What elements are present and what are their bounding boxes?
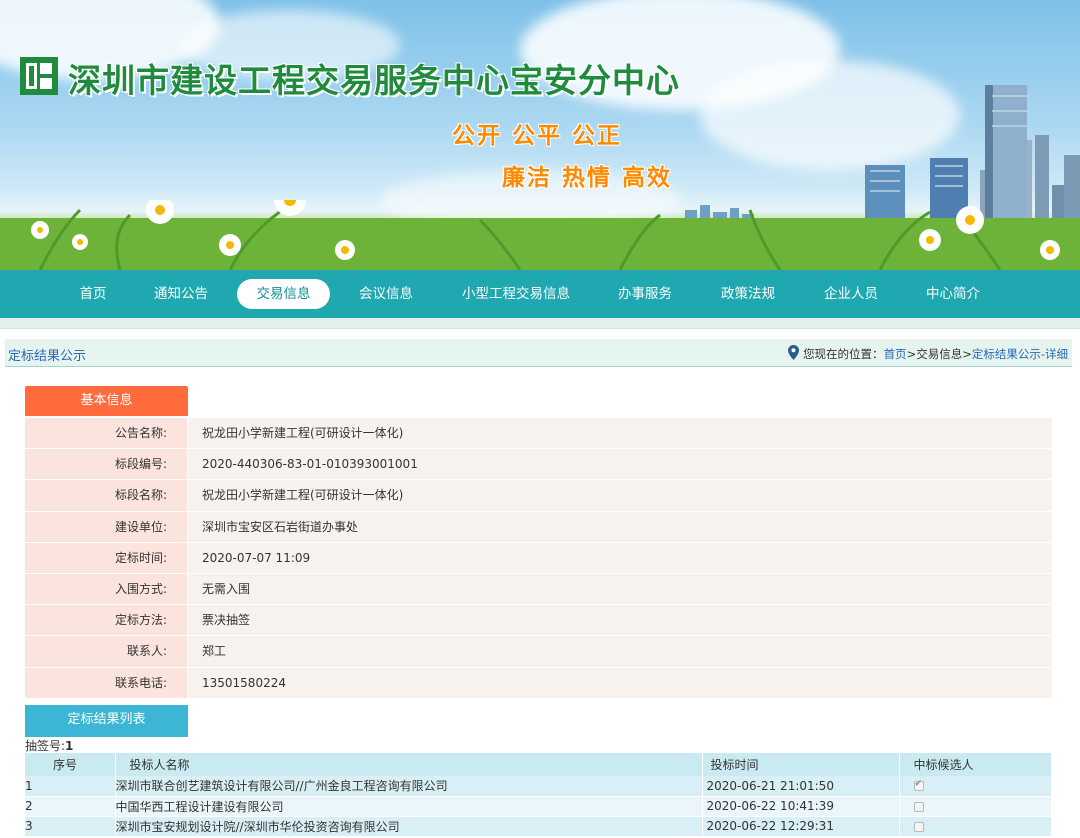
grass-flowers-image: [0, 200, 1080, 270]
info-label: 标段名称:: [25, 480, 187, 511]
info-value: 深圳市宝安区石岩街道办事处: [187, 511, 1052, 542]
info-label: 公告名称:: [25, 418, 187, 449]
nav-item-trade-info[interactable]: 交易信息: [237, 279, 330, 309]
logo-icon: [20, 57, 58, 95]
draw-number-value: 1: [65, 739, 74, 753]
info-row: 入围方式: 无需入围: [25, 573, 1052, 606]
nav-item-policies[interactable]: 政策法规: [711, 279, 785, 309]
info-value: 郑工: [187, 636, 1052, 667]
info-label: 联系电话:: [25, 667, 187, 698]
slogan-secondary: 廉洁 热情 高效: [502, 164, 673, 191]
nav-item-about[interactable]: 中心简介: [916, 279, 990, 309]
nav-item-enterprises[interactable]: 企业人员: [814, 279, 888, 309]
column-header-bid-time: 投标时间: [702, 753, 900, 776]
info-value: 2020-07-07 11:09: [187, 542, 1052, 573]
cell-no: 3: [25, 816, 116, 837]
page-title: 定标结果公示: [8, 349, 87, 364]
info-row: 联系电话: 13501580224: [25, 667, 1052, 699]
info-label: 定标方法:: [25, 605, 187, 636]
breadcrumb: 您现在的位置：首页>交易信息>定标结果公示-详细: [788, 345, 1068, 362]
info-value: 13501580224: [187, 667, 1052, 698]
main-content: 定标结果公示 您现在的位置：首页>交易信息>定标结果公示-详细 基本信息 公告名…: [0, 328, 1080, 838]
info-value: 无需入围: [187, 573, 1052, 605]
header-banner: 深圳市建设工程交易服务中心宝安分中心 公开 公平 公正 廉洁 热情 高效: [0, 0, 1080, 270]
cell-no: 2: [25, 796, 116, 817]
info-row: 标段名称: 祝龙田小学新建工程(可研设计一体化): [25, 480, 1052, 512]
nav-item-notices[interactable]: 通知公告: [146, 279, 216, 309]
breadcrumb-home-link[interactable]: 首页: [884, 347, 907, 361]
breadcrumb-separator: >: [962, 347, 972, 361]
info-label: 入围方式:: [25, 573, 187, 605]
slogan-primary: 公开 公平 公正: [452, 122, 623, 149]
breadcrumb-bar: 定标结果公示 您现在的位置：首页>交易信息>定标结果公示-详细: [5, 339, 1072, 367]
info-label: 定标时间:: [25, 542, 187, 573]
tab-result-list[interactable]: 定标结果列表: [25, 705, 188, 737]
cell-bid-time: 2020-06-22 12:29:31: [702, 816, 900, 837]
candidate-checkbox-icon[interactable]: [913, 821, 924, 832]
info-label: 联系人:: [25, 636, 187, 667]
table-row: 2 中国华西工程设计建设有限公司 2020-06-22 10:41:39: [25, 796, 1052, 817]
table-row: 3 深圳市宝安规划设计院//深圳市华伦投资咨询有限公司 2020-06-22 1…: [25, 816, 1052, 837]
breadcrumb-separator: >: [906, 347, 917, 361]
cell-bidder: 中国华西工程设计建设有限公司: [115, 796, 703, 817]
location-pin-icon: [788, 345, 800, 360]
info-row: 公告名称: 祝龙田小学新建工程(可研设计一体化): [25, 418, 1052, 450]
info-row: 定标时间: 2020-07-07 11:09: [25, 542, 1052, 574]
cell-no: 1: [25, 776, 116, 797]
column-header-no: 序号: [25, 753, 116, 776]
nav-item-home[interactable]: 首页: [68, 279, 118, 309]
info-row: 标段编号: 2020-440306-83-01-010393001001: [25, 449, 1052, 481]
info-value: 祝龙田小学新建工程(可研设计一体化): [187, 480, 1052, 511]
info-value: 票决抽签: [187, 605, 1052, 636]
info-row: 定标方法: 票决抽签: [25, 605, 1052, 637]
tab-basic-info[interactable]: 基本信息: [25, 386, 188, 416]
table-header-row: 序号 投标人名称 投标时间 中标候选人: [25, 753, 1052, 776]
nav-item-meeting-info[interactable]: 会议信息: [350, 279, 422, 309]
info-row: 建设单位: 深圳市宝安区石岩街道办事处: [25, 511, 1052, 543]
column-header-bidder: 投标人名称: [115, 753, 703, 776]
breadcrumb-trade-info: 交易信息: [916, 347, 963, 361]
info-row: 联系人: 郑工: [25, 636, 1052, 668]
column-header-candidate: 中标候选人: [899, 753, 1052, 776]
cell-bid-time: 2020-06-21 21:01:50: [702, 776, 900, 797]
info-label: 标段编号:: [25, 449, 187, 480]
breadcrumb-prefix: 您现在的位置：: [803, 347, 884, 361]
site-title: 深圳市建设工程交易服务中心宝安分中心: [68, 61, 680, 100]
nav-item-small-project-info[interactable]: 小型工程交易信息: [455, 279, 577, 309]
candidate-checkbox-icon[interactable]: [913, 779, 924, 792]
info-value: 祝龙田小学新建工程(可研设计一体化): [187, 418, 1052, 449]
cell-bid-time: 2020-06-22 10:41:39: [702, 796, 900, 817]
table-row: 1 深圳市联合创艺建筑设计有限公司//广州金良工程咨询有限公司 2020-06-…: [25, 776, 1052, 797]
cell-bidder: 深圳市联合创艺建筑设计有限公司//广州金良工程咨询有限公司: [115, 776, 703, 797]
draw-number: 抽签号:1: [25, 737, 73, 754]
breadcrumb-current-link[interactable]: 定标结果公示-详细: [972, 347, 1068, 361]
draw-number-label: 抽签号:: [25, 739, 66, 753]
cell-bidder: 深圳市宝安规划设计院//深圳市华伦投资咨询有限公司: [115, 816, 703, 837]
info-label: 建设单位:: [25, 511, 187, 542]
result-table: 序号 投标人名称 投标时间 中标候选人 1 深圳市联合创艺建筑设计有限公司//广…: [25, 753, 1052, 837]
main-nav: 首页 通知公告 交易信息 会议信息 小型工程交易信息 办事服务 政策法规 企业人…: [0, 270, 1080, 318]
candidate-checkbox-icon[interactable]: [913, 801, 924, 812]
info-value: 2020-440306-83-01-010393001001: [187, 449, 1052, 480]
nav-item-services[interactable]: 办事服务: [608, 279, 682, 309]
basic-info-table: 公告名称: 祝龙田小学新建工程(可研设计一体化) 标段编号: 2020-440306…: [25, 418, 1052, 699]
